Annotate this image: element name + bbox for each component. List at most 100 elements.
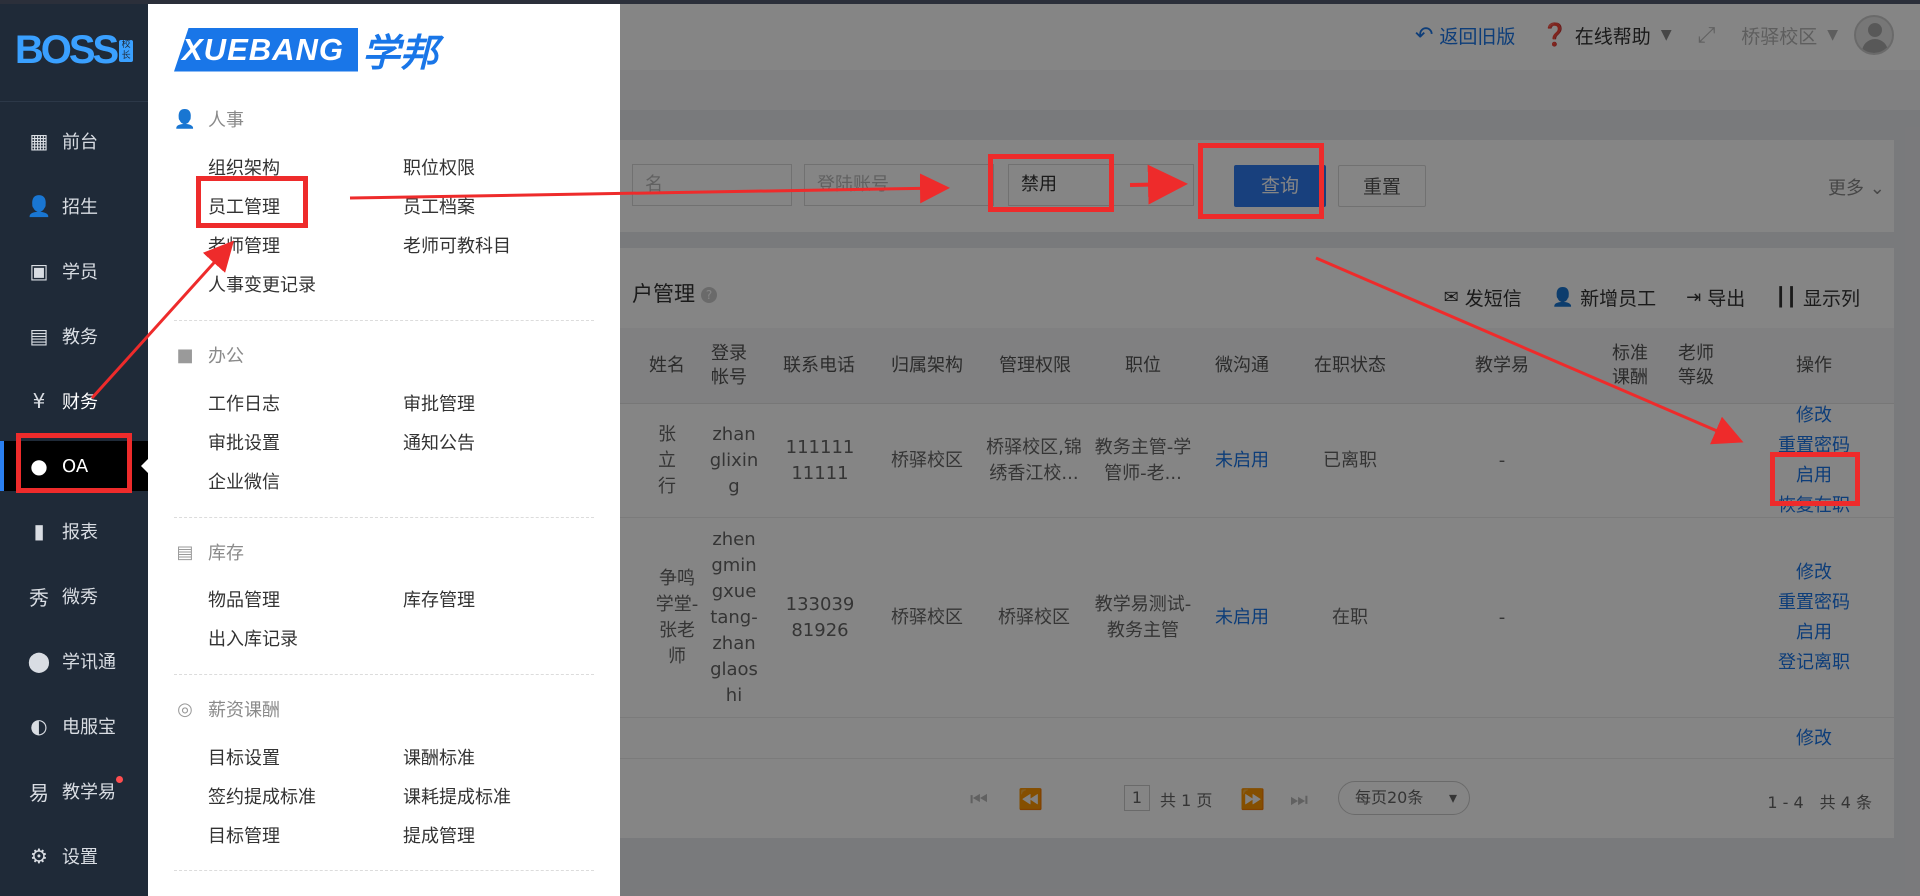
col-position[interactable]: 职位: [1088, 328, 1198, 404]
cell-wechat[interactable]: 未启用: [1192, 404, 1292, 517]
warehouse-icon: ▤: [176, 541, 194, 563]
sidebar-item-enroll[interactable]: 👤 招生: [0, 181, 148, 231]
menu-link-position-permissions[interactable]: 职位权限: [403, 154, 475, 180]
menu-link-enterprise-wechat[interactable]: 企业微信: [208, 468, 280, 494]
sidebar-item-reports[interactable]: ▮ 报表: [0, 506, 148, 556]
edit-link[interactable]: 修改: [1796, 401, 1832, 431]
return-old-version-button[interactable]: ↶ 返回旧版: [1415, 22, 1515, 49]
restore-employment-link[interactable]: 恢复在职: [1778, 491, 1850, 521]
menu-link-teacher-management[interactable]: 老师管理: [208, 232, 280, 258]
add-employee-button[interactable]: 👤 新增员工: [1552, 284, 1656, 311]
help-icon[interactable]: ?: [701, 287, 717, 303]
page-title: 户管理?: [632, 278, 717, 308]
col-perm[interactable]: 管理权限: [980, 328, 1090, 404]
enable-link[interactable]: 启用: [1796, 461, 1832, 491]
col-account[interactable]: 登录帐号: [704, 328, 754, 404]
reset-password-link[interactable]: 重置密码: [1778, 588, 1850, 618]
cell-account: zhanglixing: [709, 423, 759, 497]
send-sms-button[interactable]: ✉ 发短信: [1444, 284, 1522, 311]
avatar[interactable]: [1854, 15, 1894, 55]
xuebang-logo: XUEBANG 学邦: [174, 22, 438, 77]
menu-link-hr-change-log[interactable]: 人事变更记录: [208, 271, 316, 297]
menu-section-hr: 👤 人事: [173, 108, 244, 132]
online-help-button[interactable]: ❓ 在线帮助 ▼: [1541, 22, 1671, 49]
chat-bubbles-icon: ●: [30, 454, 48, 478]
menu-link-stock-management[interactable]: 库存管理: [403, 586, 475, 612]
campus-selector[interactable]: 桥驿校区 ▼: [1741, 22, 1838, 49]
fullscreen-button[interactable]: ⤢: [1698, 23, 1716, 48]
window-top-edge: [0, 0, 1920, 4]
sidebar-item-academic[interactable]: ▤ 教务: [0, 311, 148, 361]
menu-link-consumption-commission[interactable]: 课耗提成标准: [403, 783, 511, 809]
col-org[interactable]: 归属架构: [872, 328, 982, 404]
menu-link-teacher-subjects[interactable]: 老师可教科目: [403, 232, 511, 258]
col-jxy[interactable]: 教学易: [1442, 328, 1562, 404]
cell-ops: 修改: [1754, 724, 1874, 758]
menu-link-fee-standard[interactable]: 课酬标准: [403, 744, 475, 770]
menu-link-target-management[interactable]: 目标管理: [208, 822, 280, 848]
more-filters-toggle[interactable]: 更多 ⌄: [1828, 174, 1885, 200]
query-button[interactable]: 查询: [1234, 165, 1326, 207]
gear-icon: ⚙: [30, 844, 48, 868]
sidebar-item-jiaoxueyi[interactable]: 易教学易: [0, 766, 148, 816]
sidebar-item-xuexuntong[interactable]: ⬤ 学讯通: [0, 636, 148, 686]
target-icon: ◎: [177, 698, 193, 720]
menu-link-org-structure[interactable]: 组织架构: [208, 154, 280, 180]
first-page-icon[interactable]: ⏮: [970, 787, 988, 811]
menu-section-salary: ◎ 薪资课酬: [174, 694, 594, 724]
user-add-icon: 👤: [1551, 287, 1575, 308]
name-input[interactable]: 名: [632, 164, 792, 206]
menu-link-work-log[interactable]: 工作日志: [208, 390, 280, 416]
notification-dot: [116, 776, 123, 783]
reset-button[interactable]: 重置: [1338, 165, 1426, 207]
menu-link-approval-management[interactable]: 审批管理: [403, 390, 475, 416]
col-wechat[interactable]: 微沟通: [1192, 328, 1292, 404]
register-resignation-link[interactable]: 登记离职: [1778, 648, 1850, 678]
sidebar-item-weixiu[interactable]: 秀微秀: [0, 571, 148, 621]
col-teacher-level[interactable]: 老师等级: [1672, 328, 1720, 404]
sidebar-item-finance[interactable]: ¥ 财务: [0, 376, 148, 426]
edit-link[interactable]: 修改: [1796, 558, 1832, 588]
col-name[interactable]: 姓名: [632, 328, 702, 404]
export-button[interactable]: ⇥ 导出: [1686, 284, 1745, 311]
boss-logo: BOSS 校长: [0, 0, 148, 102]
divider: [174, 674, 594, 675]
menu-link-notices[interactable]: 通知公告: [403, 429, 475, 455]
calendar-icon: ▦: [29, 129, 49, 153]
prev-page-icon[interactable]: ⏪: [1018, 787, 1043, 811]
next-page-icon[interactable]: ⏩: [1240, 787, 1265, 811]
sidebar-item-students[interactable]: ▣ 学员: [0, 246, 148, 296]
sidebar-item-dianfubao[interactable]: ◐ 电服宝: [0, 701, 148, 751]
phone-service-icon: ◐: [30, 714, 48, 738]
cell-ops: 修改 重置密码 启用 登记离职: [1754, 518, 1874, 717]
menu-link-item-management[interactable]: 物品管理: [208, 586, 280, 612]
col-status[interactable]: 在职状态: [1290, 328, 1410, 404]
menu-link-target-settings[interactable]: 目标设置: [208, 744, 280, 770]
menu-link-approval-settings[interactable]: 审批设置: [208, 429, 280, 455]
menu-link-employee-archive[interactable]: 员工档案: [403, 193, 475, 219]
show-columns-button[interactable]: ┃┃ 显示列: [1775, 284, 1860, 311]
user-add-icon: 👤: [26, 194, 52, 218]
last-page-icon[interactable]: ⏭: [1290, 787, 1308, 811]
page-number-input[interactable]: 1: [1124, 785, 1150, 811]
page-size-select[interactable]: 每页20条: [1338, 781, 1470, 815]
reset-password-link[interactable]: 重置密码: [1778, 431, 1850, 461]
col-phone[interactable]: 联系电话: [764, 328, 874, 404]
edit-link[interactable]: 修改: [1796, 724, 1832, 754]
col-standard-fee[interactable]: 标准课酬: [1606, 328, 1654, 404]
menu-link-inout-records[interactable]: 出入库记录: [208, 625, 298, 651]
divider: [174, 320, 594, 321]
menu-link-employee-management[interactable]: 员工管理: [208, 193, 280, 219]
undo-icon: ↶: [1414, 22, 1434, 48]
enable-link[interactable]: 启用: [1796, 618, 1832, 648]
account-input[interactable]: 登陆账号: [804, 164, 994, 206]
sidebar-item-frontdesk[interactable]: ▦ 前台: [0, 116, 148, 166]
sidebar-item-oa[interactable]: ● OA: [0, 441, 149, 491]
status-select[interactable]: 禁用: [1008, 164, 1194, 206]
weixiu-icon: 秀: [29, 585, 49, 610]
menu-link-signing-commission[interactable]: 签约提成标准: [208, 783, 316, 809]
cell-wechat[interactable]: 未启用: [1192, 518, 1292, 717]
cell-account: zhengmingxuetang-zhanglaoshi: [710, 528, 758, 706]
sidebar-item-settings[interactable]: ⚙ 设置: [0, 831, 148, 881]
menu-link-commission-management[interactable]: 提成管理: [403, 822, 475, 848]
